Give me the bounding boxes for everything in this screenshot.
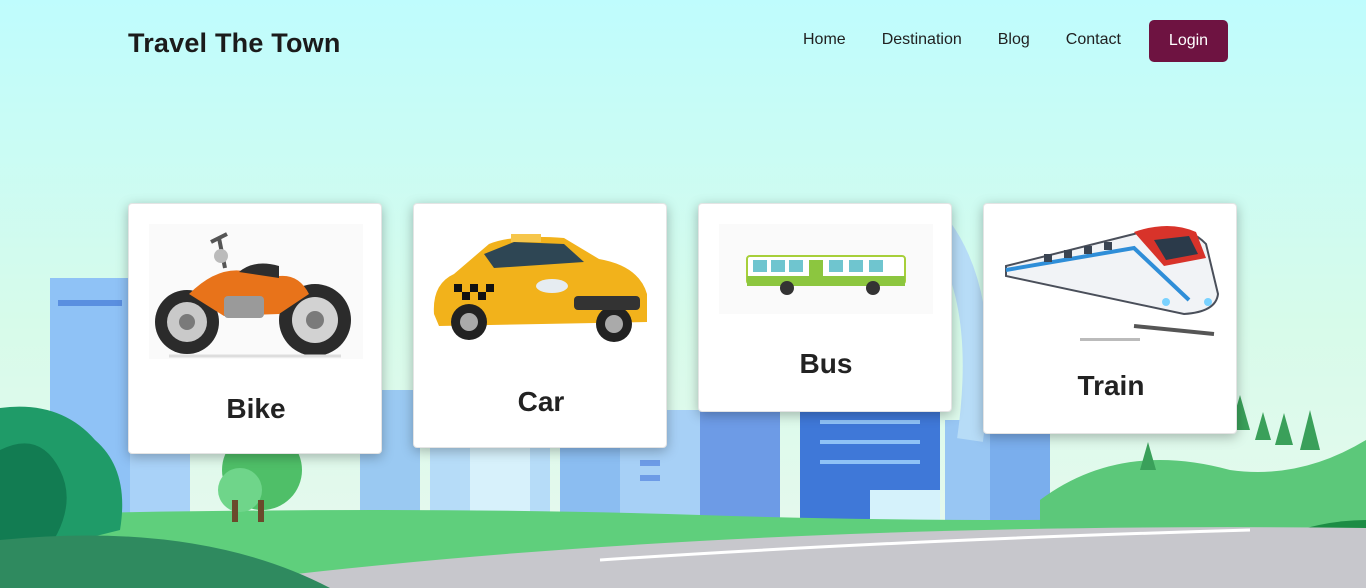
- taxi-icon: [433, 234, 647, 342]
- top-navbar: Travel The Town Home Destination Blog Co…: [0, 0, 1366, 82]
- site-brand[interactable]: Travel The Town: [128, 28, 341, 59]
- bus-icon: [719, 224, 933, 314]
- motorcycle-icon: [149, 224, 363, 359]
- transport-card-train[interactable]: Train: [983, 203, 1237, 434]
- transport-card-car[interactable]: Car: [413, 203, 667, 448]
- card-title: Train: [1077, 370, 1145, 401]
- nav-links: Home Destination Blog Contact: [803, 31, 1121, 49]
- card-title: Bus: [799, 348, 853, 379]
- card-title: Bike: [226, 393, 286, 424]
- nav-link-destination[interactable]: Destination: [882, 31, 962, 49]
- card-title: Car: [517, 386, 565, 417]
- nav-link-blog[interactable]: Blog: [998, 31, 1030, 49]
- transport-card-bike[interactable]: Bike: [128, 203, 382, 454]
- transport-card-bus[interactable]: Bus: [698, 203, 952, 412]
- login-button[interactable]: Login: [1149, 20, 1228, 62]
- nav-link-home[interactable]: Home: [803, 31, 846, 49]
- nav-link-contact[interactable]: Contact: [1066, 31, 1121, 49]
- train-icon: [1005, 226, 1220, 341]
